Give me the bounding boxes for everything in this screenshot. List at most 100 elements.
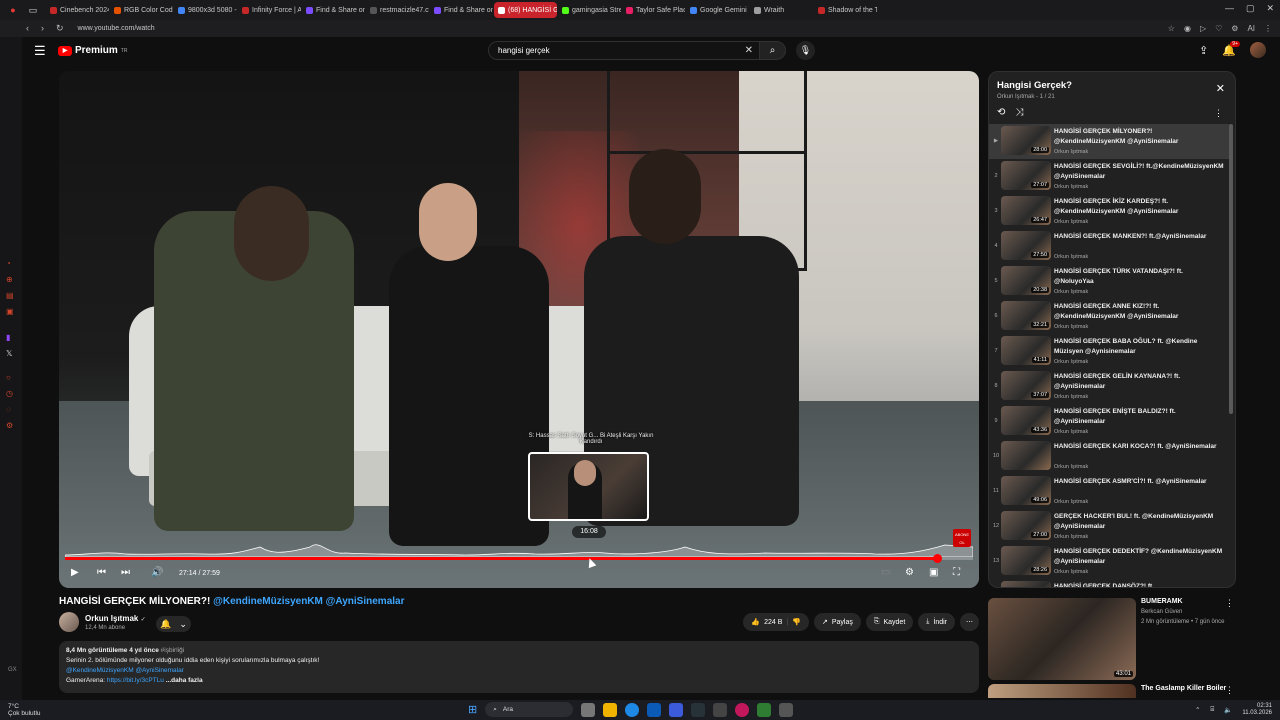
channel-name[interactable]: Orkun Işıtmak ✓ [85, 614, 146, 623]
sidebar-more-icon[interactable]: GX [8, 667, 17, 673]
more-actions-button[interactable]: ⋯ [960, 613, 979, 631]
sidebar-icon-4[interactable]: ▣ [6, 307, 14, 316]
playlist-item-thumbnail[interactable]: 27:00 [1001, 511, 1051, 540]
playlist-item[interactable]: 4 27:50 HANGİSİ GERÇEK MANKEN?! ft.@AyniSi… [989, 229, 1229, 264]
channel-avatar[interactable] [59, 612, 79, 632]
playlist-item[interactable]: 6 32:21 HANGİSİ GERÇEK ANNE KIZ!?! ft. @Ke… [989, 299, 1229, 334]
playlist-item-title[interactable]: GERÇEK HACKER'I BUL! ft. @KendineMüzisye… [1054, 512, 1224, 531]
playlist-item-title[interactable]: HANGİSİ GERÇEK ANNE KIZ!?! ft. @KendineM… [1054, 302, 1224, 321]
browser-tab[interactable]: Shadow of the Tomb R [814, 2, 877, 18]
playlist-item-thumbnail[interactable]: 28:00 [1001, 126, 1051, 155]
progress-bar[interactable] [65, 554, 973, 563]
playlist-item[interactable]: 12 27:00 GERÇEK HACKER'I BUL! ft. @Kendine… [989, 509, 1229, 544]
playlist-item[interactable]: 7 41:11 HANGİSİ GERÇEK BABA OĞUL? ft. @Ken… [989, 334, 1229, 369]
heart-icon[interactable]: ♡ [1215, 24, 1222, 33]
hamburger-menu-icon[interactable]: ☰ [34, 43, 46, 59]
clear-search-icon[interactable]: ✕ [745, 45, 753, 56]
playlist-item-title[interactable]: HANGİSİ GERÇEK MANKEN?! ft.@AyniSinemala… [1054, 232, 1224, 242]
save-button[interactable]: ⎘ Kaydet [865, 613, 914, 631]
taskbar-search[interactable]: ⌕ Ara [485, 702, 574, 717]
more-menu-icon[interactable]: ⋮ [1264, 24, 1272, 33]
subscribe-watermark[interactable]: ABONE OL [953, 529, 971, 547]
opera-gx-icon[interactable] [735, 702, 750, 717]
forward-icon[interactable]: › [41, 23, 44, 34]
playlist-item-title[interactable]: HANGİSİ GERÇEK KARI KOCA?! ft. @AyniSine… [1054, 442, 1224, 452]
playlist-menu-icon[interactable]: ⋮ [1214, 108, 1223, 119]
like-button[interactable]: 👍 224 B | 👎 [743, 613, 809, 631]
recommendation-menu-icon[interactable]: ⋮ [1225, 598, 1234, 609]
clock[interactable]: 02:31 11.03.2026 [1242, 703, 1272, 717]
playlist-item-thumbnail[interactable]: 26:47 [1001, 196, 1051, 225]
playlist-item-title[interactable]: HANGİSİ GERÇEK DANSÖZ?! ft. [1054, 582, 1224, 587]
twitch-icon[interactable]: ▮ [6, 333, 10, 342]
settings-icon[interactable]: ⚙ [905, 567, 914, 578]
network-icon[interactable]: ⌸ [1210, 706, 1214, 714]
recommendation-title[interactable]: BUMERAMK [1141, 598, 1183, 605]
video-description[interactable]: 8,4 Mn görüntüleme 4 yıl önce #işbirliği… [59, 641, 979, 693]
notifications-button[interactable]: 🔔 9+ [1222, 40, 1240, 57]
back-icon[interactable]: ‹ [26, 23, 29, 34]
playlist-item[interactable]: 9 43:36 HANGİSİ GERÇEK ENİŞTE BALDIZ?! ft.… [989, 404, 1229, 439]
playlist-item[interactable]: 5 20:38 HANGİSİ GERÇEK TÜRK VATANDAŞI?! ft… [989, 264, 1229, 299]
browser-tab[interactable]: 9800x3d 5080 - Goog [174, 2, 237, 18]
playlist-item-title[interactable]: HANGİSİ GERÇEK İKİZ KARDEŞ?! ft. @Kendin… [1054, 197, 1224, 216]
playlist-item-title[interactable]: HANGİSİ GERÇEK GELİN KAYNANA?! ft. @Ayni… [1054, 372, 1224, 391]
playlist-item-thumbnail[interactable]: 20:38 [1001, 266, 1051, 295]
tray-chevron-icon[interactable]: ⌃ [1195, 706, 1200, 714]
recommendation-title[interactable]: The Gaslamp Killer Boiler [1141, 685, 1226, 692]
download-button[interactable]: ⤓ İndir [918, 613, 955, 631]
recommendation-thumbnail[interactable]: 43:01 [988, 598, 1136, 680]
playlist-item-thumbnail[interactable]: 49:06 [1001, 476, 1051, 505]
weather-widget[interactable]: 7°C Çok bulutlu [8, 703, 41, 717]
bookmark-icon[interactable]: ☆ [1168, 24, 1175, 33]
show-more-link[interactable]: ...daha fazla [166, 677, 203, 684]
windows-start-icon[interactable]: ⊞ [468, 703, 477, 716]
playlist-item-title[interactable]: HANGİSİ GERÇEK MİLYONER?! @KendineMüzisy… [1054, 127, 1224, 146]
sidebar-icon-2[interactable]: ⊕ [6, 275, 13, 284]
reload-icon[interactable]: ↻ [56, 23, 64, 34]
playlist-item-title[interactable]: HANGİSİ GERÇEK TÜRK VATANDAŞI?! ft. @Nol… [1054, 267, 1224, 286]
browser-tab[interactable]: Wraith [750, 2, 813, 18]
search-button[interactable]: ⌕ [760, 41, 786, 60]
account-avatar[interactable] [1250, 42, 1266, 58]
sidebar-icon-7[interactable]: ◌ [6, 405, 11, 414]
playlist-item[interactable]: ▶ 28:00 HANGİSİ GERÇEK MİLYONER?! @Kendine… [989, 124, 1229, 159]
playlist-item-thumbnail[interactable]: 37:07 [1001, 371, 1051, 400]
maximize-icon[interactable]: ▢ [1246, 3, 1255, 14]
playlist-item-title[interactable]: HANGİSİ GERÇEK ASMR'Cİ?! ft. @AyniSinema… [1054, 477, 1224, 487]
upload-icon[interactable]: ⇪ [1199, 44, 1208, 57]
video-player[interactable]: S: Hassas Sattı Soyut G... Bi Ateşli Kar… [59, 71, 979, 588]
ai-button[interactable]: AI [1247, 24, 1255, 33]
playlist-item-thumbnail[interactable]: 27:50 [1001, 231, 1051, 260]
volume-icon[interactable]: 🔊 [151, 567, 163, 578]
loop-icon[interactable]: ⟲ [997, 107, 1005, 118]
x-icon[interactable]: 𝕏 [6, 349, 12, 358]
recommendation-menu-icon[interactable]: ⋮ [1225, 685, 1234, 696]
url-field[interactable]: www.youtube.com/watch [78, 25, 155, 32]
browser-tab[interactable]: Taylor Safe Place [622, 2, 685, 18]
playlist-item[interactable]: 11 49:06 HANGİSİ GERÇEK ASMR'Cİ?! ft. @Ayn… [989, 474, 1229, 509]
playlist-item-thumbnail[interactable] [1001, 581, 1051, 587]
fullscreen-icon[interactable]: ⛶ [953, 567, 960, 578]
browser-tab[interactable]: gamingasia Stream - V [558, 2, 621, 18]
playlist-item-thumbnail[interactable]: 43:36 [1001, 406, 1051, 435]
previous-icon[interactable]: ⏮ [97, 567, 106, 578]
minimize-icon[interactable]: — [1225, 3, 1234, 14]
sidebar-icon-3[interactable]: ▤ [6, 291, 14, 300]
browser-tab[interactable]: Find & Share on GIPH [302, 2, 365, 18]
next-icon[interactable]: ⏭ [121, 567, 130, 578]
miniplayer-icon[interactable]: ▣ [929, 567, 938, 578]
speaker-icon[interactable]: 🔈 [1224, 706, 1232, 714]
shuffle-icon[interactable]: ⤨ [1015, 107, 1023, 118]
browser-tab[interactable]: RGB Color Codes Cha [110, 2, 173, 18]
recommendation-channel[interactable]: Berkcan Güven [1141, 609, 1182, 615]
thumbs-down-icon[interactable]: 👎 [792, 618, 801, 626]
subtitles-icon[interactable]: ▭ [881, 567, 890, 578]
playlist-item[interactable]: 13 28:26 HANGİSİ GERÇEK DEDEKTİF? @Kendine… [989, 544, 1229, 579]
play-icon[interactable]: ▶ [71, 567, 79, 578]
task-view-icon[interactable] [581, 702, 596, 717]
playlist-item-thumbnail[interactable]: 28:26 [1001, 546, 1051, 575]
play-extension-icon[interactable]: ▷ [1200, 24, 1206, 33]
playlist-item[interactable]: 2 27:07 HANGİSİ GERÇEK SEVGİLİ?! ft.@Kendi… [989, 159, 1229, 194]
tab-overview-icon[interactable]: ▭ [26, 3, 40, 17]
